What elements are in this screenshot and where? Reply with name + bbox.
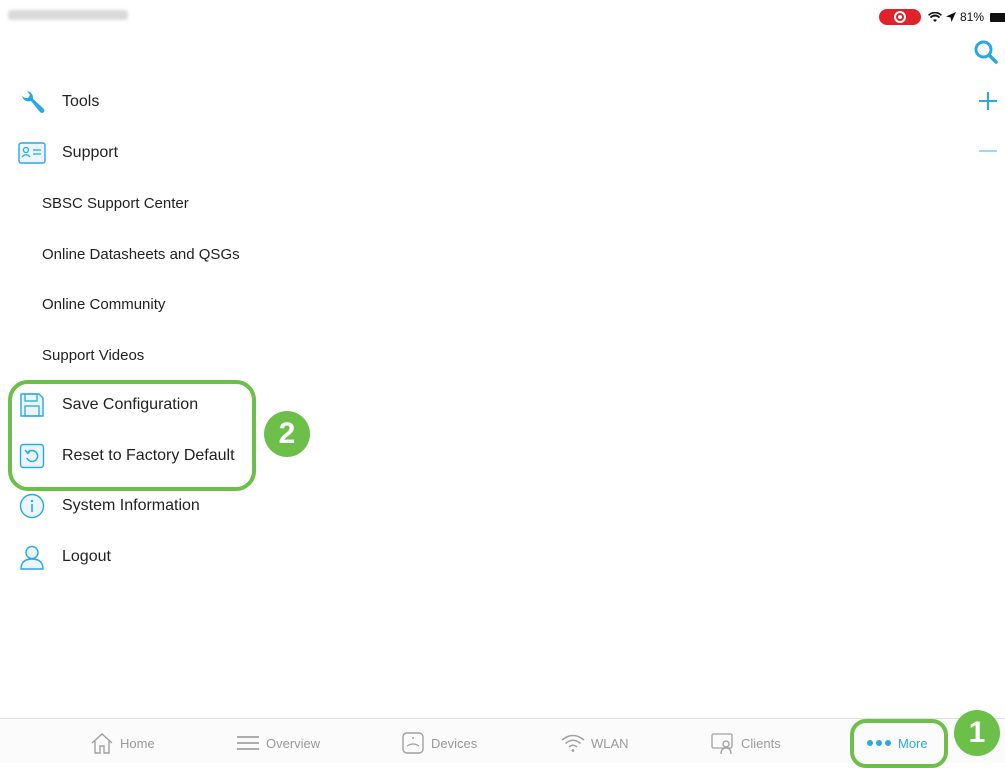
menu-label-system-information: System Information bbox=[62, 497, 200, 514]
menu-item-support[interactable]: Support bbox=[0, 133, 420, 173]
tab-more[interactable]: More bbox=[866, 729, 928, 757]
tab-label-devices: Devices bbox=[431, 735, 478, 751]
menu-label-save-configuration: Save Configuration bbox=[62, 396, 199, 413]
carrier-text-blurred bbox=[8, 10, 128, 20]
battery-percentage: 81% bbox=[960, 10, 985, 24]
tab-label-wlan: WLAN bbox=[591, 735, 629, 751]
support-card-icon bbox=[17, 138, 47, 168]
plus-icon[interactable] bbox=[977, 90, 999, 117]
menu-item-logout[interactable]: Logout bbox=[0, 537, 420, 577]
bottom-tab-bar: Home Overview Devices WLAN Clients More bbox=[0, 718, 1005, 763]
menu-label-support-videos: Support Videos bbox=[42, 346, 145, 364]
battery-icon bbox=[990, 12, 1005, 22]
reset-icon bbox=[17, 441, 47, 471]
screen-recording-indicator bbox=[879, 9, 921, 25]
status-icons: 81% bbox=[928, 8, 1005, 26]
tab-label-home: Home bbox=[120, 735, 155, 751]
status-bar: 81% bbox=[0, 0, 1005, 28]
home-icon bbox=[91, 733, 113, 754]
wrench-icon bbox=[17, 87, 47, 117]
menu-item-tools[interactable]: Tools bbox=[0, 82, 420, 122]
more-dots-icon bbox=[867, 740, 891, 746]
tab-label-overview: Overview bbox=[266, 735, 321, 751]
tab-home[interactable]: Home bbox=[90, 729, 155, 757]
tab-overview[interactable]: Overview bbox=[236, 729, 320, 757]
menu-item-online-datasheets[interactable]: Online Datasheets and QSGs bbox=[0, 234, 420, 274]
user-icon bbox=[17, 542, 47, 572]
list-icon bbox=[237, 736, 259, 750]
menu-item-system-information[interactable]: System Information bbox=[0, 486, 420, 526]
clients-icon bbox=[711, 733, 733, 755]
search-icon[interactable] bbox=[973, 39, 999, 70]
menu-label-support: Support bbox=[62, 144, 119, 161]
menu-label-online-datasheets: Online Datasheets and QSGs bbox=[42, 245, 240, 263]
menu-label-logout: Logout bbox=[62, 548, 111, 565]
annotation-step-2: 2 bbox=[264, 411, 310, 457]
location-arrow-icon bbox=[946, 12, 956, 22]
tab-label-more: More bbox=[898, 735, 928, 751]
menu-label-tools: Tools bbox=[62, 93, 100, 110]
menu-item-support-videos[interactable]: Support Videos bbox=[0, 335, 420, 375]
tab-wlan[interactable]: WLAN bbox=[561, 729, 629, 757]
annotation-step-1: 1 bbox=[954, 710, 1000, 756]
save-icon bbox=[17, 390, 47, 420]
menu-label-reset-factory-default: Reset to Factory Default bbox=[62, 447, 235, 464]
wifi-icon bbox=[561, 734, 585, 752]
menu-item-save-configuration[interactable]: Save Configuration bbox=[0, 385, 420, 425]
wifi-status-icon bbox=[928, 11, 942, 22]
menu-item-sbsc-support-center[interactable]: SBSC Support Center bbox=[0, 183, 420, 223]
tab-devices[interactable]: Devices bbox=[401, 729, 477, 757]
info-icon bbox=[17, 491, 47, 521]
tab-label-clients: Clients bbox=[741, 735, 781, 751]
menu-item-reset-factory-default[interactable]: Reset to Factory Default bbox=[0, 436, 420, 476]
device-icon bbox=[402, 732, 424, 754]
menu-item-online-community[interactable]: Online Community bbox=[0, 284, 420, 324]
tab-clients[interactable]: Clients bbox=[711, 729, 781, 757]
menu-label-sbsc-support-center: SBSC Support Center bbox=[42, 194, 189, 212]
minus-icon[interactable] bbox=[977, 140, 999, 167]
menu-label-online-community: Online Community bbox=[42, 295, 166, 313]
